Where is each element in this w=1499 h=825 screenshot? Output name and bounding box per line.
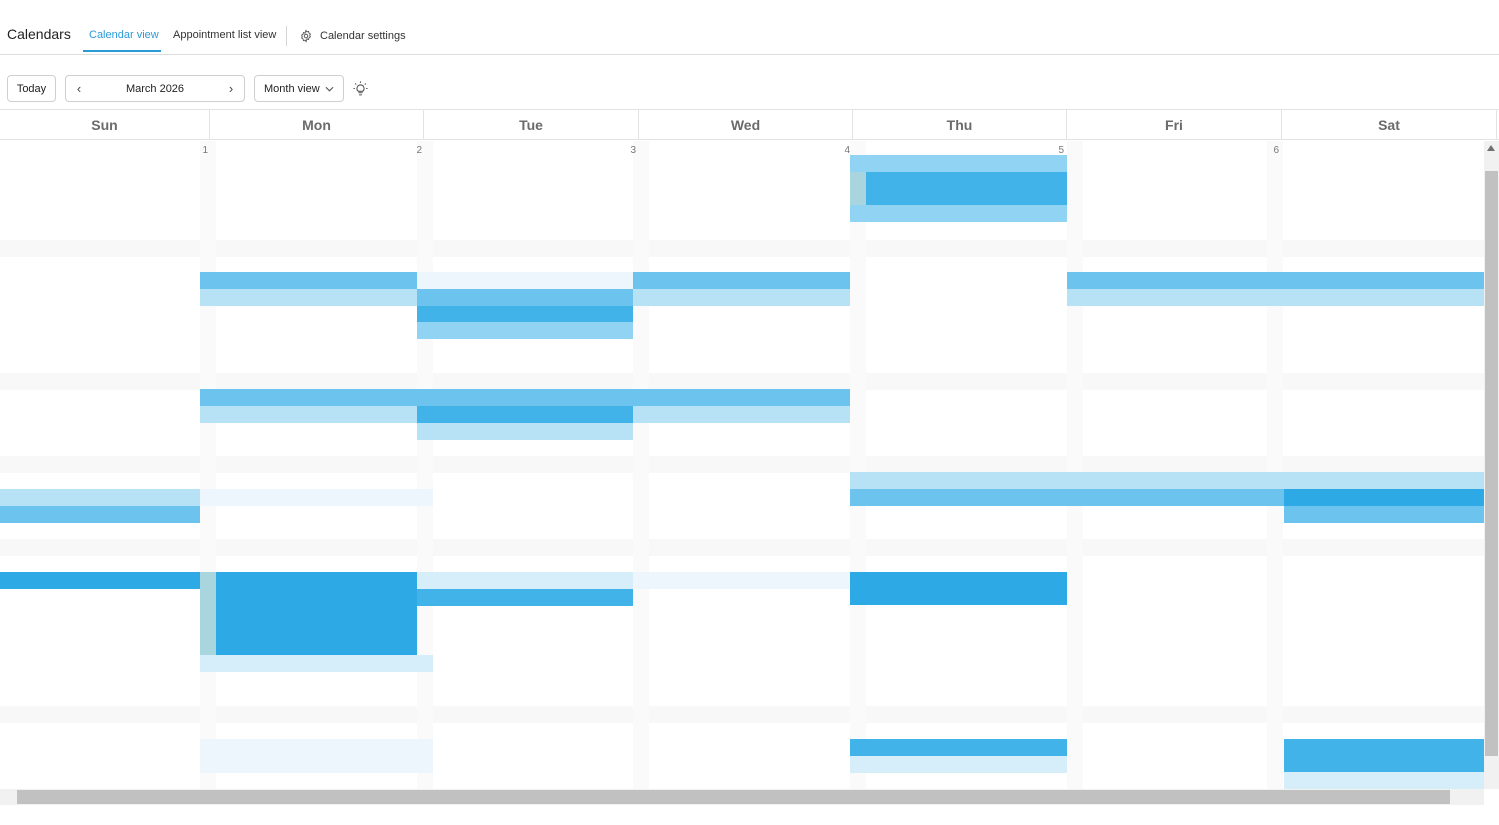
weekday-tue: Tue — [424, 110, 639, 140]
weekday-fri: Fri — [1067, 110, 1282, 140]
event-block[interactable] — [417, 322, 633, 339]
week-separator — [0, 706, 1484, 723]
chevron-right-icon[interactable]: › — [226, 81, 236, 96]
date-number: 6 — [1273, 145, 1279, 156]
event-edge — [200, 572, 216, 655]
event-block[interactable] — [200, 272, 417, 289]
event-block[interactable] — [417, 272, 633, 289]
event-edge — [850, 172, 866, 205]
app-title: Calendars — [7, 26, 71, 42]
event-block[interactable] — [633, 272, 850, 289]
event-block[interactable] — [850, 205, 1067, 222]
event-block[interactable] — [1284, 506, 1484, 523]
horizontal-scrollbar[interactable] — [0, 789, 1484, 805]
event-block[interactable] — [850, 756, 1067, 773]
vertical-scroll-thumb[interactable] — [1485, 171, 1498, 756]
event-block[interactable] — [633, 572, 850, 589]
event-block[interactable] — [1284, 772, 1484, 789]
weekday-header: Sun Mon Tue Wed Thu Fri Sat — [0, 109, 1499, 140]
event-block[interactable] — [417, 289, 633, 306]
date-number: 3 — [630, 145, 636, 156]
event-block[interactable] — [200, 406, 417, 423]
horizontal-scroll-thumb[interactable] — [17, 790, 1450, 804]
day-column-divider — [200, 141, 216, 789]
event-block[interactable] — [850, 739, 1067, 756]
date-number: 4 — [844, 145, 850, 156]
event-block[interactable] — [850, 572, 1067, 605]
vertical-scrollbar[interactable] — [1484, 141, 1499, 789]
weekday-thu: Thu — [853, 110, 1067, 140]
event-block[interactable] — [200, 489, 433, 506]
event-block[interactable] — [200, 739, 433, 756]
day-column-divider — [1267, 141, 1283, 789]
event-block[interactable] — [0, 572, 200, 589]
scroll-up-icon[interactable] — [1487, 145, 1495, 151]
view-select[interactable]: Month view — [254, 75, 344, 102]
active-tab-indicator — [83, 50, 161, 52]
event-block[interactable] — [1284, 739, 1484, 772]
event-block[interactable] — [200, 289, 417, 306]
event-block[interactable] — [200, 655, 433, 672]
top-navigation: Calendars Calendar view Appointment list… — [0, 0, 1499, 55]
tab-appointment-list-view[interactable]: Appointment list view — [173, 29, 276, 41]
today-button[interactable]: Today — [7, 75, 56, 102]
event-block[interactable] — [200, 756, 433, 773]
weekday-sat: Sat — [1282, 110, 1497, 140]
event-block[interactable] — [0, 506, 200, 523]
day-column-divider — [633, 141, 649, 789]
month-grid: 1 2 3 4 5 6 — [0, 141, 1484, 789]
event-block[interactable] — [0, 489, 200, 506]
event-block[interactable] — [850, 172, 1067, 205]
nav-divider — [286, 26, 287, 46]
event-block[interactable] — [417, 306, 633, 323]
weekday-sun: Sun — [0, 110, 210, 140]
week-separator — [0, 240, 1484, 257]
current-month-label: March 2026 — [125, 82, 185, 95]
event-block[interactable] — [417, 572, 633, 589]
lightbulb-icon[interactable] — [352, 80, 369, 97]
event-block[interactable] — [633, 389, 850, 406]
event-block[interactable] — [417, 406, 633, 423]
event-block[interactable] — [850, 155, 1067, 172]
event-block[interactable] — [1284, 489, 1484, 506]
day-column-divider — [850, 141, 866, 789]
day-column-divider — [1067, 141, 1083, 789]
event-block[interactable] — [417, 423, 633, 440]
event-block[interactable] — [417, 389, 633, 406]
event-block[interactable] — [633, 289, 850, 306]
calendar-settings-label: Calendar settings — [320, 30, 406, 42]
event-block[interactable] — [200, 389, 417, 406]
date-number: 2 — [416, 145, 422, 156]
gear-icon — [299, 29, 313, 43]
event-block[interactable] — [1067, 289, 1484, 306]
week-separator — [0, 456, 1484, 473]
chevron-down-icon — [325, 83, 334, 95]
tab-calendar-settings[interactable]: Calendar settings — [299, 28, 406, 44]
event-block[interactable] — [417, 589, 633, 606]
event-block[interactable] — [1067, 272, 1484, 289]
weekday-mon: Mon — [210, 110, 424, 140]
event-block[interactable] — [633, 406, 850, 423]
event-block[interactable] — [200, 572, 417, 655]
day-column-divider — [417, 141, 433, 789]
chevron-left-icon[interactable]: ‹ — [74, 81, 84, 96]
view-select-label: Month view — [264, 82, 320, 95]
week-separator — [0, 373, 1484, 390]
tab-calendar-view[interactable]: Calendar view — [89, 29, 159, 41]
weekday-wed: Wed — [639, 110, 853, 140]
week-separator — [0, 539, 1484, 556]
month-navigator: ‹ March 2026 › — [65, 75, 245, 102]
event-block[interactable] — [850, 472, 1484, 489]
event-block[interactable] — [850, 489, 1284, 506]
date-number: 1 — [202, 145, 208, 156]
